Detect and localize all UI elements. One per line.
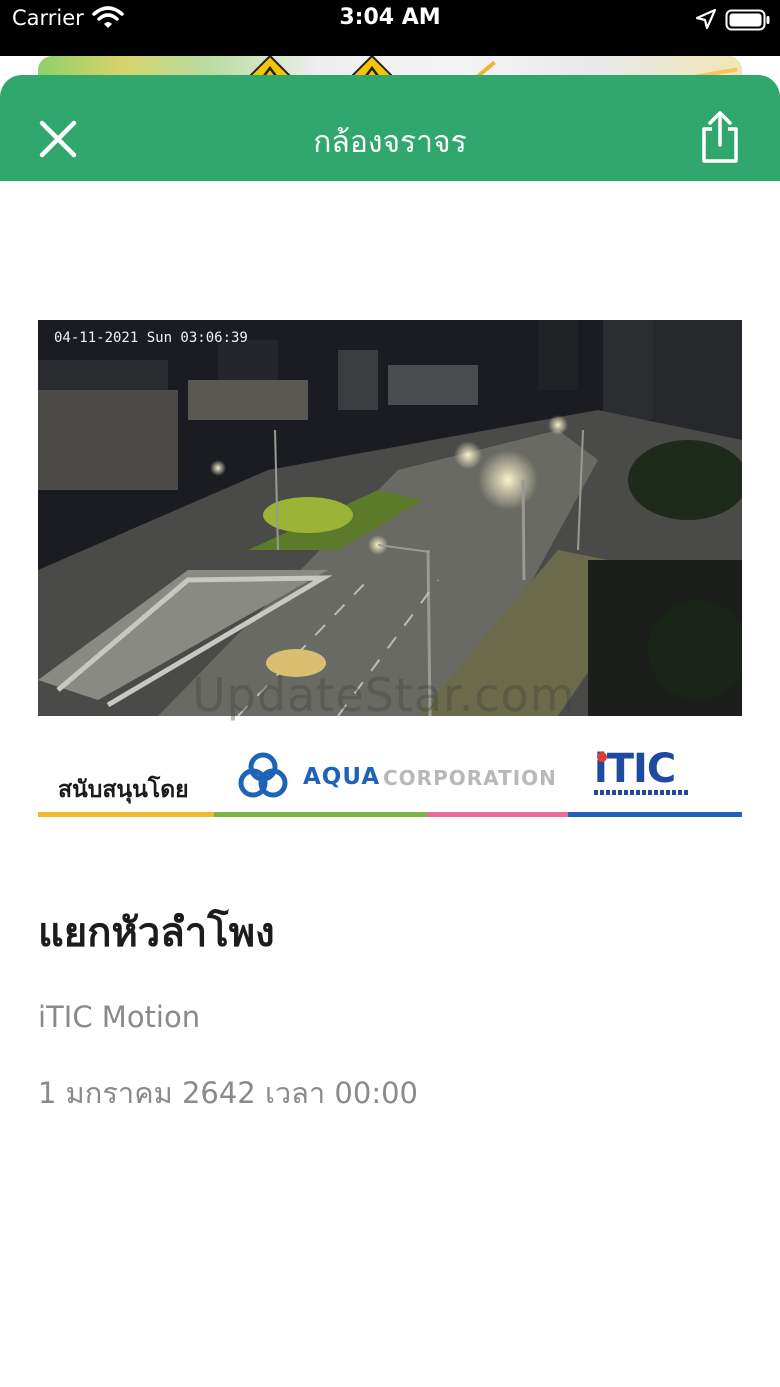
share-icon [702,111,738,163]
status-bar: Carrier 3:04 AM [0,0,780,56]
sponsor-bar: สนับสนุนโดย AQUA CORPORATION iTIC [38,740,742,818]
battery-icon [725,9,771,35]
camera-timestamp: 04-11-2021 Sun 03:06:39 [54,330,248,346]
stripe-green [214,812,427,817]
itic-logo: iTIC [594,746,676,792]
sheet-header: กล้องจราจร [0,75,780,181]
camera-scene [38,320,742,716]
capture-datetime: 1 มกราคม 2642 เวลา 00:00 [38,1076,419,1110]
stripe-blue [568,812,742,817]
aqua-logo-text: AQUA [303,764,381,790]
itic-logo-subtitle [594,790,690,795]
corporation-logo-text: CORPORATION [383,766,557,790]
page-title: กล้องจราจร [313,125,467,160]
location-arrow-icon [695,8,717,34]
stripe-yellow [38,812,214,817]
traffic-camera-image: 04-11-2021 Sun 03:06:39 [38,320,742,716]
camera-source: iTIC Motion [38,1000,201,1034]
status-time: 3:04 AM [339,5,441,30]
aqua-logo-icon [238,752,288,798]
location-name: แยกหัวลำโพง [38,910,275,956]
color-stripe [38,812,742,817]
sponsor-label: สนับสนุนโดย [58,777,189,803]
watermark: UpdateStar.com [192,668,576,722]
stripe-pink [427,812,568,817]
share-button[interactable] [696,109,744,165]
itic-logo-dot [597,752,607,762]
